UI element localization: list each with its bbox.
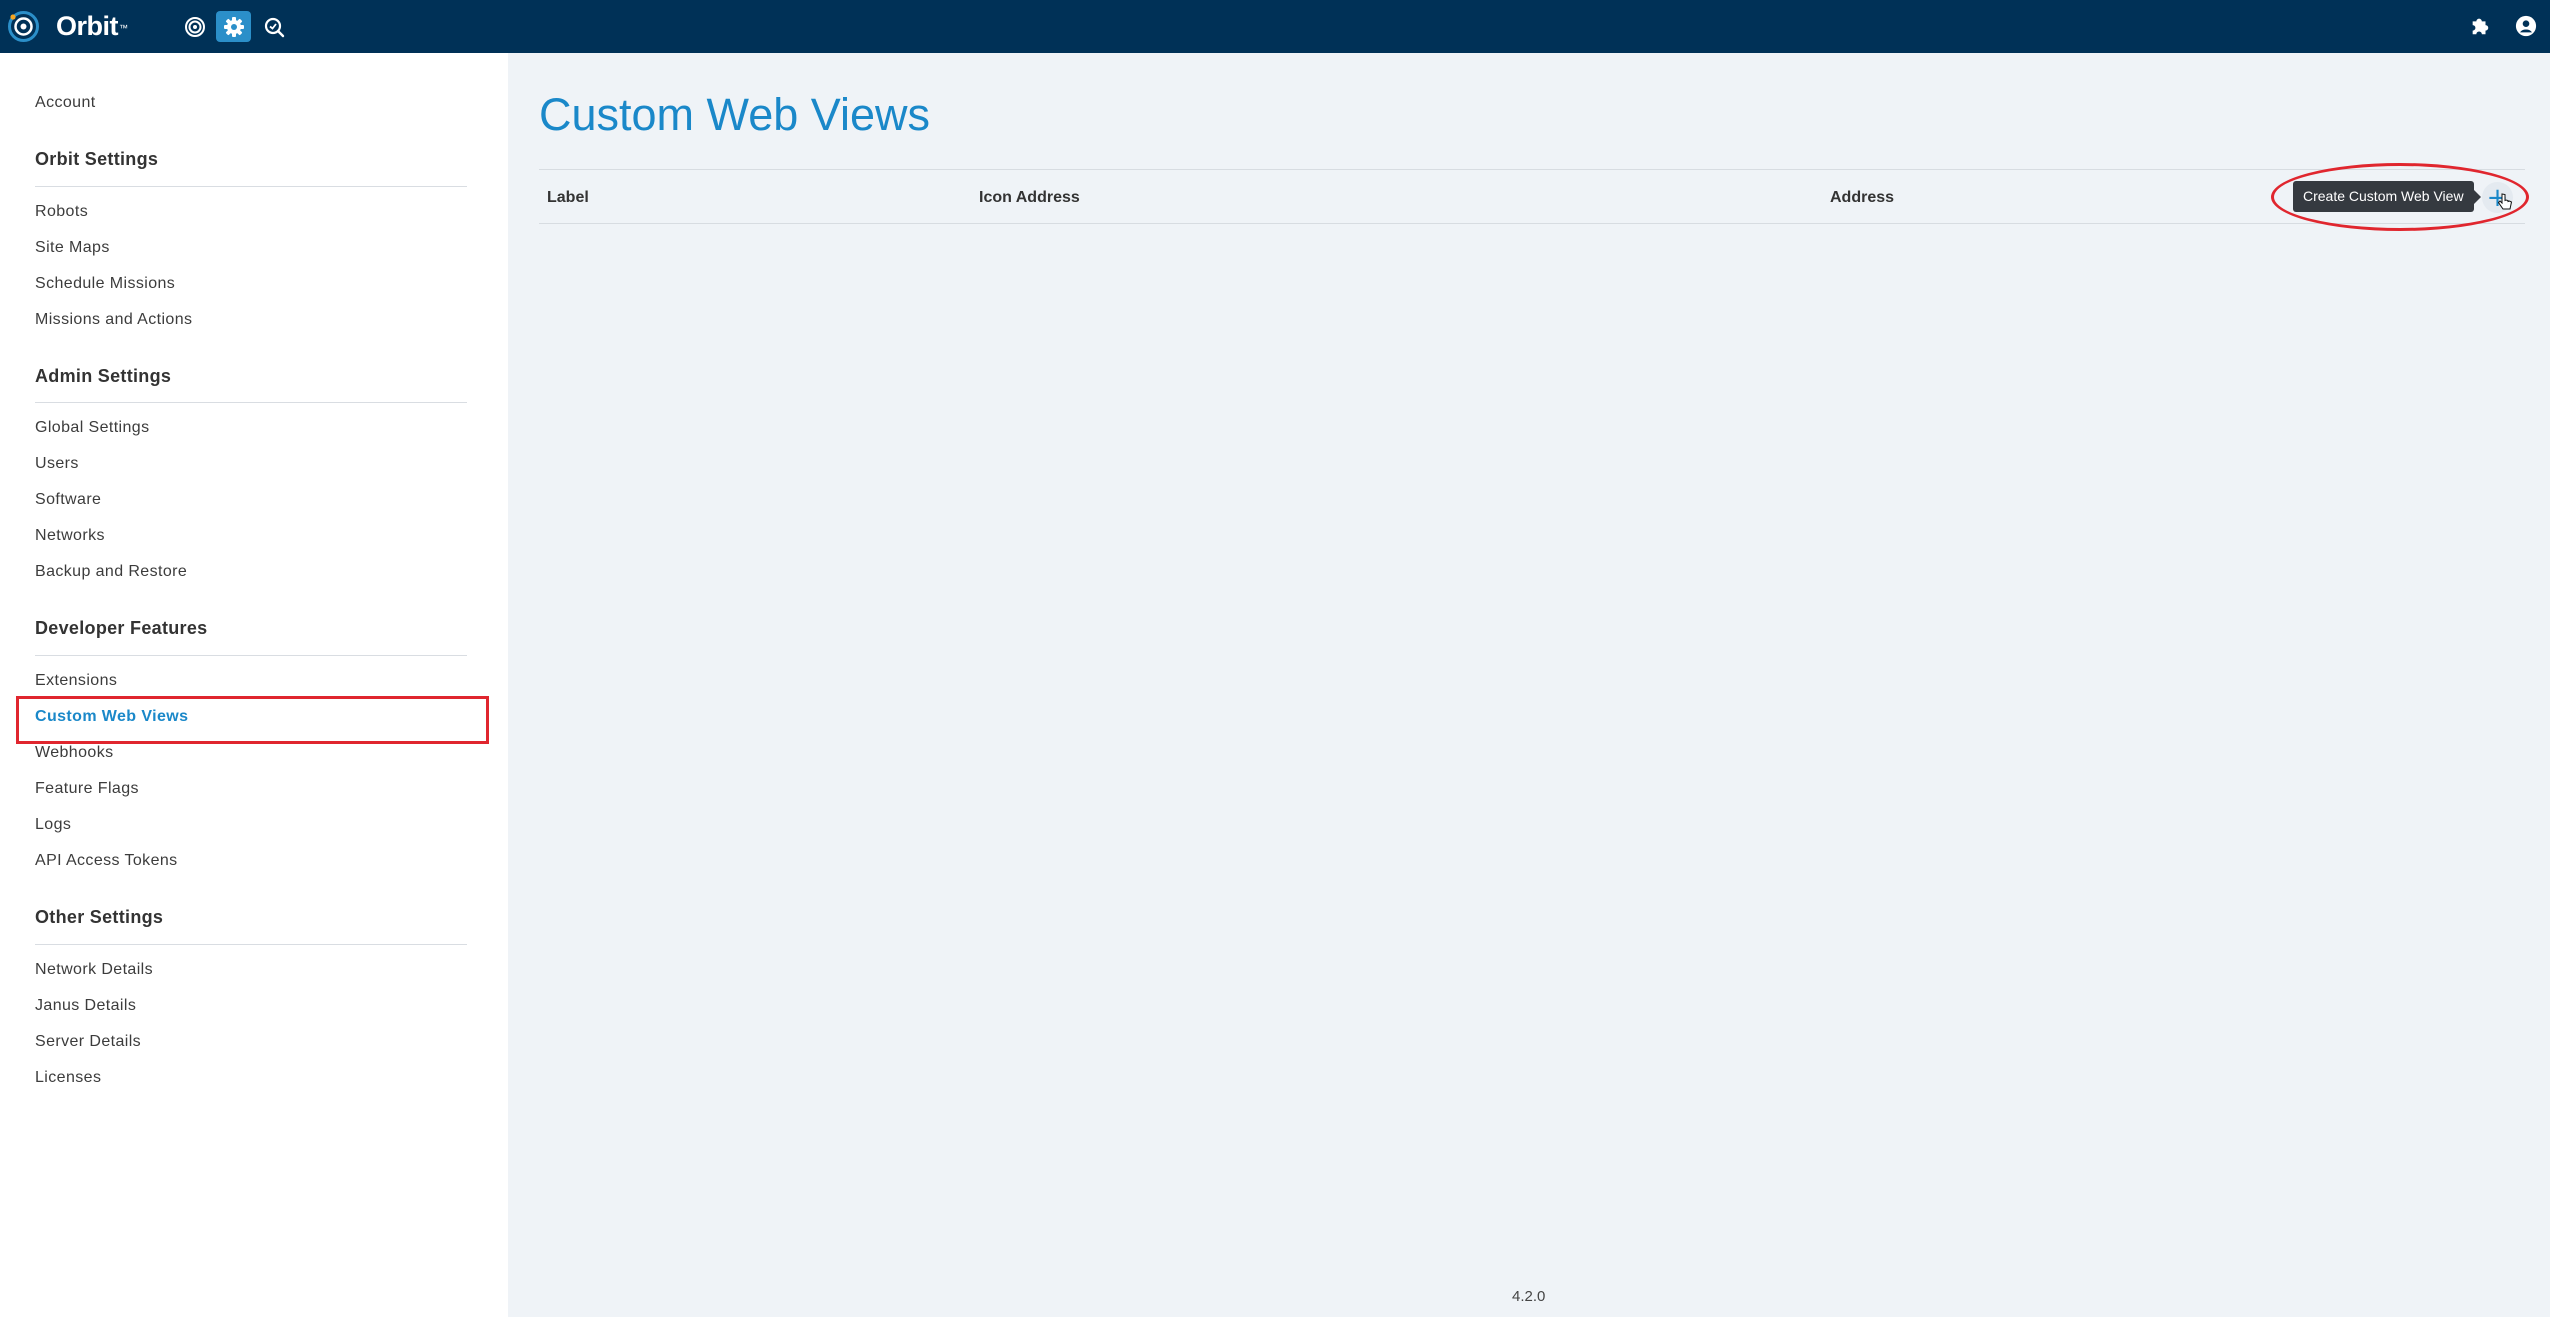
sidebar-heading-developer-features: Developer Features xyxy=(35,618,208,638)
sidebar-item-server-details[interactable]: Server Details xyxy=(35,1032,141,1052)
sidebar-item-logs[interactable]: Logs xyxy=(35,815,71,835)
sidebar-item-webhooks[interactable]: Webhooks xyxy=(35,743,114,763)
divider xyxy=(35,402,467,403)
sidebar-item-api-access-tokens[interactable]: API Access Tokens xyxy=(35,851,178,871)
target-icon[interactable] xyxy=(177,11,212,42)
divider xyxy=(35,944,467,945)
sidebar-heading-other-settings: Other Settings xyxy=(35,907,164,927)
sidebar-item-networks[interactable]: Networks xyxy=(35,526,105,546)
sidebar-item-backup-and-restore[interactable]: Backup and Restore xyxy=(35,562,187,582)
annotation-highlight-box xyxy=(16,696,489,744)
version-label: 4.2.0 xyxy=(1512,1288,1546,1305)
divider xyxy=(35,655,467,656)
sidebar-item-software[interactable]: Software xyxy=(35,490,101,510)
sidebar-item-licenses[interactable]: Licenses xyxy=(35,1068,101,1088)
search-icon[interactable] xyxy=(256,11,291,42)
sidebar-item-extensions[interactable]: Extensions xyxy=(35,671,117,691)
orbit-logo-icon[interactable] xyxy=(8,11,39,42)
sidebar-item-network-details[interactable]: Network Details xyxy=(35,960,153,980)
table-header: Label Icon Address Address xyxy=(539,169,2525,224)
gear-icon[interactable] xyxy=(216,11,251,42)
top-bar: Orbit™ xyxy=(0,0,2550,53)
page-title: Custom Web Views xyxy=(539,89,930,140)
user-icon[interactable] xyxy=(2513,13,2539,39)
sidebar-heading-orbit-settings: Orbit Settings xyxy=(35,149,159,169)
annotation-highlight-ellipse xyxy=(2271,163,2529,231)
sidebar: Account Orbit Settings Robots Site Maps … xyxy=(0,53,508,1317)
sidebar-item-robots[interactable]: Robots xyxy=(35,202,88,222)
sidebar-item-schedule-missions[interactable]: Schedule Missions xyxy=(35,274,175,294)
sidebar-item-global-settings[interactable]: Global Settings xyxy=(35,418,150,438)
sidebar-item-site-maps[interactable]: Site Maps xyxy=(35,238,110,258)
column-header-address[interactable]: Address xyxy=(1830,188,1894,208)
sidebar-item-feature-flags[interactable]: Feature Flags xyxy=(35,779,139,799)
sidebar-item-users[interactable]: Users xyxy=(35,454,79,474)
column-header-icon-address[interactable]: Icon Address xyxy=(979,188,1080,208)
sidebar-item-missions-and-actions[interactable]: Missions and Actions xyxy=(35,310,192,330)
sidebar-item-janus-details[interactable]: Janus Details xyxy=(35,996,136,1016)
column-header-label[interactable]: Label xyxy=(547,188,589,208)
divider xyxy=(35,186,467,187)
app-name[interactable]: Orbit™ xyxy=(56,11,128,42)
puzzle-icon[interactable] xyxy=(2467,13,2493,39)
sidebar-item-account[interactable]: Account xyxy=(35,93,96,113)
sidebar-heading-admin-settings: Admin Settings xyxy=(35,366,172,386)
